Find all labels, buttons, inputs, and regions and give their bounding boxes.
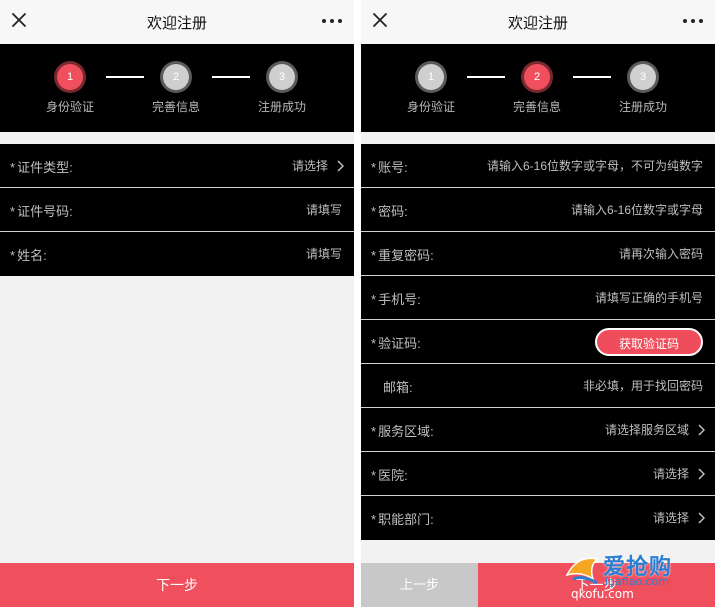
step-1-indicator: 1 [418,64,444,90]
department-label: * 职能部门: [371,509,434,528]
name-field[interactable]: * 姓名: 请填写 [0,232,354,276]
phone-label-text: 手机号: [378,292,421,307]
hospital-select[interactable]: * 医院: 请选择 [361,452,715,496]
id-number-placeholder: 请填写 [305,203,342,217]
id-number-label-text: 证件号码: [17,204,73,219]
step-connector [106,76,144,78]
verification-code-field[interactable]: * 验证码: 获取验证码 [361,320,715,364]
required-mark: * [371,204,377,219]
step-connector [573,76,611,78]
step-3-indicator: 3 [630,64,656,90]
confirm-password-field[interactable]: * 重复密码: 请再次输入密码 [361,232,715,276]
step-2-label: 完善信息 [151,100,200,114]
required-mark: * [10,160,16,175]
step-1-label: 身份验证 [45,100,94,114]
email-label-text: 邮箱: [383,380,413,395]
verification-code-label: * 验证码: [371,333,421,352]
department-label-text: 职能部门: [378,512,434,527]
step-2-indicator: 2 [163,64,189,90]
page-title: 欢迎注册 [507,15,568,32]
step-progress: 1 2 3 身份验证 完善信息 注册成功 [361,44,715,132]
nav-bar: 欢迎注册 [361,0,715,44]
account-label-text: 账号: [378,160,408,175]
required-mark: * [371,248,377,263]
previous-button[interactable]: 上一步 [361,563,478,607]
account-placeholder: 请输入6-16位数字或字母，不可为纯数字 [486,159,703,173]
service-area-select[interactable]: * 服务区域: 请选择服务区域 [361,408,715,452]
next-button[interactable]: 下一步 [0,563,354,607]
department-select[interactable]: * 职能部门: 请选择 [361,496,715,540]
step-1-indicator: 1 [57,64,83,90]
chevron-right-icon [698,512,705,524]
get-code-button[interactable]: 获取验证码 [595,328,703,356]
step-progress: 1 2 3 身份验证 完善信息 注册成功 [0,44,354,132]
service-area-label-text: 服务区域: [378,424,434,439]
email-label: 邮箱: [381,377,413,396]
bottom-bar: 下一步 [0,563,354,607]
step-3-label: 注册成功 [257,100,306,114]
nav-bar: 欢迎注册 [0,0,354,44]
more-dots-icon[interactable] [320,14,344,28]
next-button[interactable]: 下一步 [478,563,715,607]
phone-field[interactable]: * 手机号: 请填写正确的手机号 [361,276,715,320]
account-label: * 账号: [371,157,408,176]
step-2-indicator: 2 [524,64,550,90]
required-mark: * [10,204,16,219]
screen-complete-info: 欢迎注册 1 2 3 身份验证 完善信息 注册成功 * 账号: 请输入6-16位数… [361,0,715,607]
hospital-value: 请选择 [652,467,689,481]
required-mark: * [371,468,377,483]
required-mark: * [371,336,377,351]
password-label: * 密码: [371,201,408,220]
chevron-right-icon [698,468,705,480]
identity-form: * 证件类型: 请选择 * 证件号码: 请填写 * 姓名: 请填写 [0,144,354,276]
department-value: 请选择 [652,511,689,525]
password-placeholder: 请输入6-16位数字或字母 [570,203,703,217]
step-connector [467,76,505,78]
account-form: * 账号: 请输入6-16位数字或字母，不可为纯数字 * 密码: 请输入6-16位数… [361,144,715,540]
phone-placeholder: 请填写正确的手机号 [594,291,703,305]
bottom-bar: 上一步 下一步 [361,563,715,607]
close-icon[interactable] [369,9,391,31]
screen-identity-verification: 欢迎注册 1 2 3 身份验证 完善信息 注册成功 * 证件类型: 请选择 * 证件… [0,0,354,607]
service-area-label: * 服务区域: [371,421,434,440]
required-mark: * [371,160,377,175]
page-title: 欢迎注册 [146,15,207,32]
close-icon[interactable] [8,9,30,31]
phone-label: * 手机号: [371,289,421,308]
required-mark: * [371,512,377,527]
name-label-text: 姓名: [17,248,47,263]
chevron-right-icon [337,160,344,172]
step-1-label: 身份验证 [406,100,455,114]
required-mark: * [371,424,377,439]
confirm-password-label-text: 重复密码: [378,248,434,263]
id-type-value: 请选择 [291,159,328,173]
confirm-password-label: * 重复密码: [371,245,434,264]
account-field[interactable]: * 账号: 请输入6-16位数字或字母，不可为纯数字 [361,144,715,188]
email-field[interactable]: 邮箱: 非必填，用于找回密码 [361,364,715,408]
email-placeholder: 非必填，用于找回密码 [582,379,703,393]
required-mark: * [10,248,16,263]
hospital-label: * 医院: [371,465,408,484]
confirm-password-placeholder: 请再次输入密码 [618,247,703,261]
id-type-select[interactable]: * 证件类型: 请选择 [0,144,354,188]
id-type-label-text: 证件类型: [17,160,73,175]
more-dots-icon[interactable] [681,14,705,28]
id-type-label: * 证件类型: [10,157,73,176]
hospital-label-text: 医院: [378,468,408,483]
step-3-label: 注册成功 [618,100,667,114]
name-label: * 姓名: [10,245,47,264]
id-number-label: * 证件号码: [10,201,73,220]
required-mark: * [371,292,377,307]
password-label-text: 密码: [378,204,408,219]
step-2-label: 完善信息 [512,100,561,114]
verification-code-label-text: 验证码: [378,336,421,351]
chevron-right-icon [698,424,705,436]
service-area-value: 请选择服务区域 [604,423,689,437]
step-3-indicator: 3 [269,64,295,90]
name-placeholder: 请填写 [305,247,342,261]
password-field[interactable]: * 密码: 请输入6-16位数字或字母 [361,188,715,232]
id-number-field[interactable]: * 证件号码: 请填写 [0,188,354,232]
step-connector [212,76,250,78]
